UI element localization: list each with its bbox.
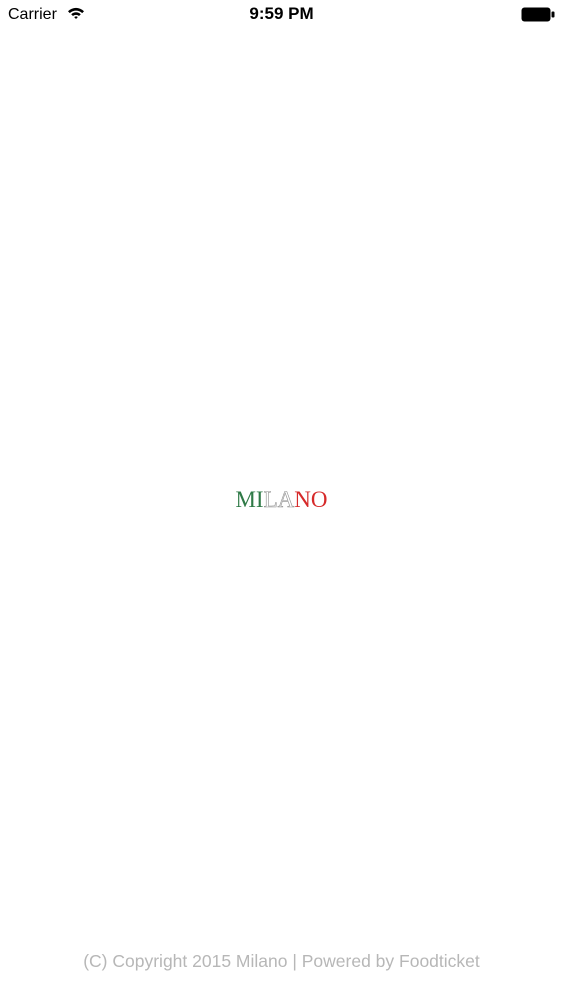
logo-part-no: NO — [294, 487, 328, 512]
logo-part-mi: MI — [235, 487, 264, 512]
battery-icon — [521, 7, 555, 22]
status-bar: Carrier 9:59 PM — [0, 0, 563, 30]
logo-part-la: LA — [263, 487, 295, 513]
app-logo: MILANO — [0, 486, 563, 514]
copyright-footer: (C) Copyright 2015 Milano | Powered by F… — [83, 951, 480, 971]
status-time: 9:59 PM — [249, 4, 314, 23]
